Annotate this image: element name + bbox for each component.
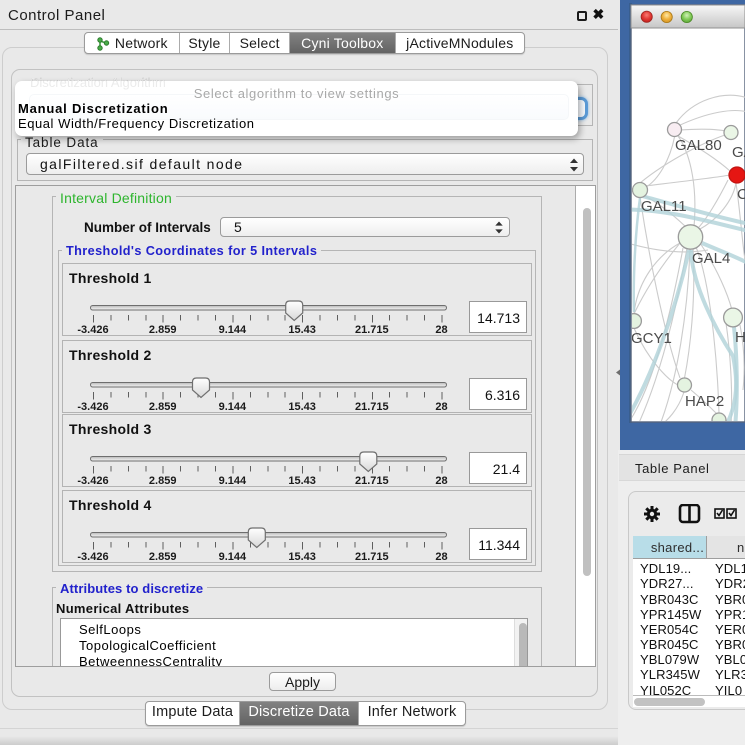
svg-text:-3.426: -3.426	[77, 475, 108, 487]
svg-text:2.859: 2.859	[149, 401, 177, 413]
svg-text:21.715: 21.715	[355, 551, 389, 563]
svg-text:GA: GA	[732, 144, 745, 161]
svg-text:2.859: 2.859	[149, 475, 177, 487]
svg-text:15.43: 15.43	[288, 401, 316, 413]
svg-text:2.859: 2.859	[149, 324, 177, 336]
svg-text:GAL80: GAL80	[675, 137, 722, 154]
svg-text:-3.426: -3.426	[77, 551, 108, 563]
svg-text:HAP2: HAP2	[685, 393, 724, 410]
svg-text:15.43: 15.43	[288, 475, 316, 487]
svg-text:21.715: 21.715	[355, 475, 389, 487]
svg-text:-3.426: -3.426	[77, 324, 108, 336]
svg-text:21.715: 21.715	[355, 324, 389, 336]
svg-text:GCY1: GCY1	[631, 330, 672, 347]
svg-text:GAL11: GAL11	[641, 198, 687, 215]
svg-text:GAL4: GAL4	[692, 250, 730, 267]
svg-text:-3.426: -3.426	[77, 401, 108, 413]
svg-text:9.144: 9.144	[219, 401, 247, 413]
svg-text:9.144: 9.144	[219, 475, 247, 487]
svg-text:28: 28	[435, 401, 447, 413]
svg-text:2.859: 2.859	[149, 551, 177, 563]
svg-text:15.43: 15.43	[288, 324, 316, 336]
svg-text:C: C	[737, 186, 745, 203]
svg-text:28: 28	[435, 324, 447, 336]
svg-text:15.43: 15.43	[288, 551, 316, 563]
svg-text:H: H	[735, 329, 745, 346]
svg-text:9.144: 9.144	[219, 324, 247, 336]
svg-text:9.144: 9.144	[219, 551, 247, 563]
svg-text:28: 28	[435, 475, 447, 487]
svg-text:28: 28	[435, 551, 447, 563]
svg-text:21.715: 21.715	[355, 401, 389, 413]
